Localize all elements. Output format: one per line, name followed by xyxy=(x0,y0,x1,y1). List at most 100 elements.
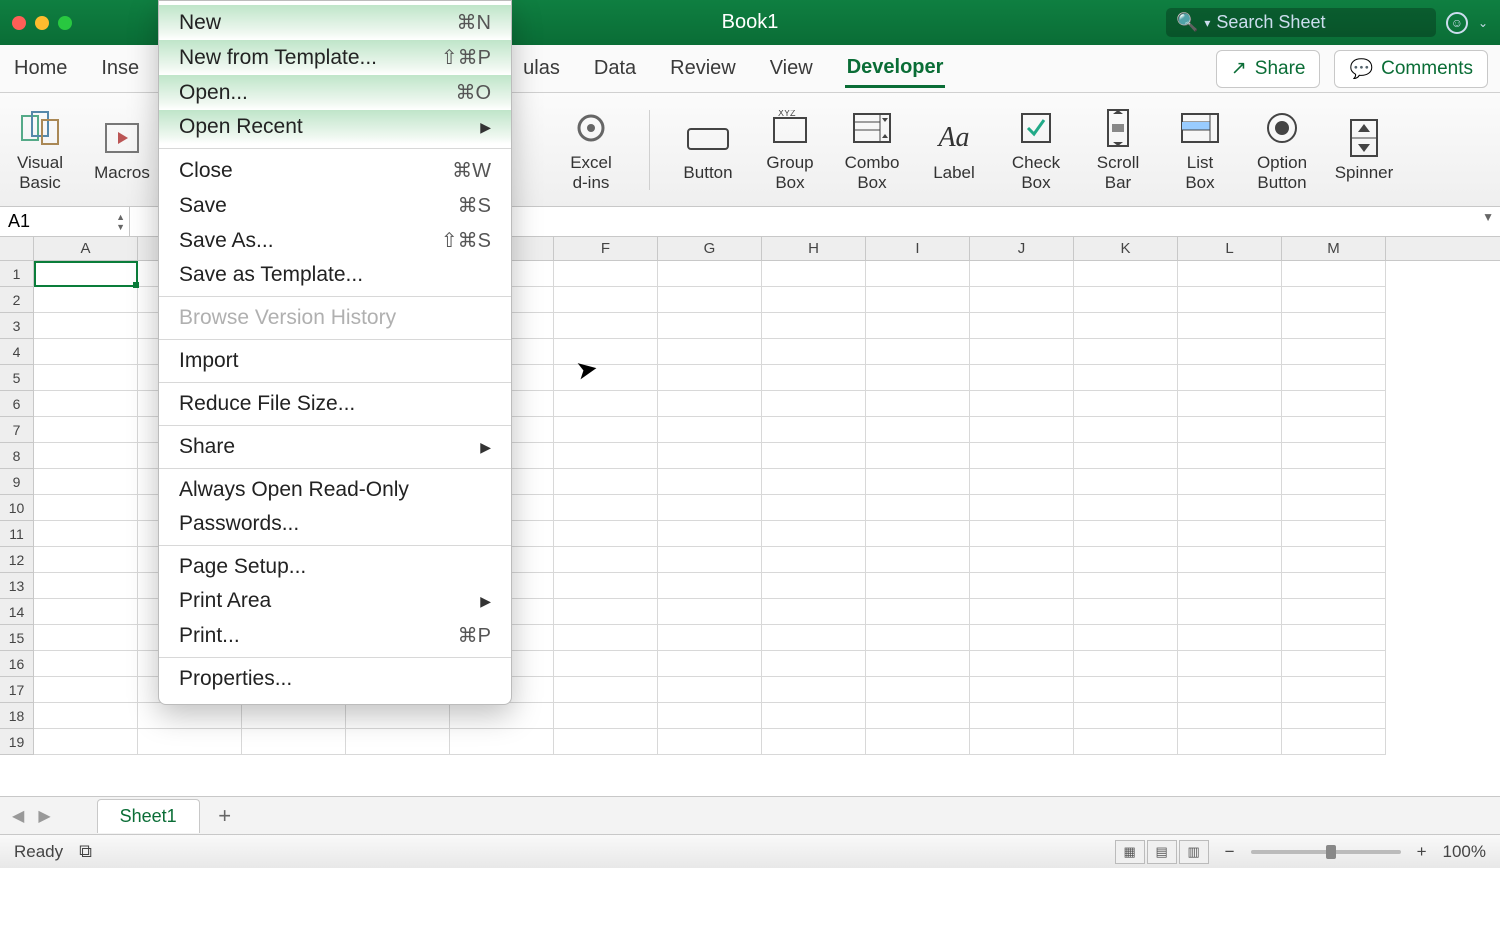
cell[interactable] xyxy=(762,495,866,521)
column-header[interactable]: A xyxy=(34,237,138,260)
cell[interactable] xyxy=(970,365,1074,391)
tab-view[interactable]: View xyxy=(768,51,815,86)
cell[interactable] xyxy=(866,625,970,651)
view-page-break-button[interactable]: ▥ xyxy=(1179,840,1209,864)
cell[interactable] xyxy=(1074,417,1178,443)
tab-insert-partial[interactable]: Inse xyxy=(99,51,141,86)
cell[interactable] xyxy=(762,651,866,677)
cell[interactable] xyxy=(1178,365,1282,391)
column-header[interactable]: I xyxy=(866,237,970,260)
cell[interactable] xyxy=(658,469,762,495)
cell[interactable] xyxy=(1074,261,1178,287)
search-input[interactable] xyxy=(1216,12,1448,33)
cell[interactable] xyxy=(1178,443,1282,469)
menu-always-open-read-only[interactable]: Always Open Read-Only xyxy=(159,473,511,507)
cell[interactable] xyxy=(34,495,138,521)
menu-open-recent[interactable]: Open Recent▶ xyxy=(159,110,511,144)
cell[interactable] xyxy=(658,729,762,755)
tab-review[interactable]: Review xyxy=(668,51,738,86)
column-header[interactable]: H xyxy=(762,237,866,260)
cell[interactable] xyxy=(762,261,866,287)
search-sheet-box[interactable]: 🔍▾ xyxy=(1166,8,1436,37)
cell[interactable] xyxy=(1074,625,1178,651)
cell[interactable] xyxy=(1178,339,1282,365)
cell[interactable] xyxy=(1178,495,1282,521)
cell[interactable] xyxy=(1282,651,1386,677)
comments-button[interactable]: 💬 Comments xyxy=(1334,50,1488,88)
cell[interactable] xyxy=(34,547,138,573)
cell[interactable] xyxy=(866,287,970,313)
cell[interactable] xyxy=(554,703,658,729)
share-button[interactable]: ↗ Share xyxy=(1216,50,1321,88)
cell[interactable] xyxy=(1074,703,1178,729)
zoom-in-button[interactable]: + xyxy=(1417,842,1427,862)
cell[interactable] xyxy=(34,365,138,391)
cell[interactable] xyxy=(1074,599,1178,625)
cell[interactable] xyxy=(1178,469,1282,495)
group-box-control[interactable]: XYZ Group Box xyxy=(760,107,820,193)
cell[interactable] xyxy=(1282,703,1386,729)
cell[interactable] xyxy=(34,469,138,495)
cell[interactable] xyxy=(1178,287,1282,313)
row-header[interactable]: 13 xyxy=(0,573,34,599)
column-header[interactable]: L xyxy=(1178,237,1282,260)
cell[interactable] xyxy=(762,729,866,755)
cell[interactable] xyxy=(762,287,866,313)
cell[interactable] xyxy=(1282,287,1386,313)
cell[interactable] xyxy=(1074,495,1178,521)
cell[interactable] xyxy=(138,703,242,729)
cell[interactable] xyxy=(866,521,970,547)
row-header[interactable]: 17 xyxy=(0,677,34,703)
sheet-nav-next[interactable]: ▶ xyxy=(34,806,54,826)
row-header[interactable]: 3 xyxy=(0,313,34,339)
cell[interactable] xyxy=(554,261,658,287)
view-page-layout-button[interactable]: ▤ xyxy=(1147,840,1177,864)
cell[interactable] xyxy=(554,495,658,521)
cell[interactable] xyxy=(970,651,1074,677)
sheet-nav-prev[interactable]: ◀ xyxy=(8,806,28,826)
cell[interactable] xyxy=(34,703,138,729)
cell[interactable] xyxy=(1282,495,1386,521)
cell[interactable] xyxy=(762,365,866,391)
column-header[interactable]: K xyxy=(1074,237,1178,260)
cell[interactable] xyxy=(1074,469,1178,495)
cell[interactable] xyxy=(1074,443,1178,469)
macros-button[interactable]: Macros xyxy=(92,117,152,183)
cell[interactable] xyxy=(658,703,762,729)
row-header[interactable]: 5 xyxy=(0,365,34,391)
macro-record-icon[interactable]: ⧉ xyxy=(79,841,92,862)
cell[interactable] xyxy=(658,417,762,443)
menu-print[interactable]: Print...⌘P xyxy=(159,618,511,653)
column-header[interactable]: M xyxy=(1282,237,1386,260)
row-header[interactable]: 10 xyxy=(0,495,34,521)
cell[interactable] xyxy=(554,651,658,677)
cell[interactable] xyxy=(1282,547,1386,573)
cell[interactable] xyxy=(1178,573,1282,599)
menu-share[interactable]: Share▶ xyxy=(159,430,511,464)
cell[interactable] xyxy=(34,339,138,365)
cell[interactable] xyxy=(658,573,762,599)
row-header[interactable]: 9 xyxy=(0,469,34,495)
cell[interactable] xyxy=(554,677,658,703)
cell[interactable] xyxy=(970,313,1074,339)
cell[interactable] xyxy=(1282,729,1386,755)
button-control[interactable]: Button xyxy=(678,117,738,183)
cell[interactable] xyxy=(970,443,1074,469)
row-header[interactable]: 6 xyxy=(0,391,34,417)
cell[interactable] xyxy=(554,417,658,443)
spinner-control[interactable]: Spinner xyxy=(1334,117,1394,183)
row-header[interactable]: 8 xyxy=(0,443,34,469)
row-header[interactable]: 1 xyxy=(0,261,34,287)
row-header[interactable]: 4 xyxy=(0,339,34,365)
cell[interactable] xyxy=(1074,287,1178,313)
fullscreen-window-button[interactable] xyxy=(58,16,72,30)
cell[interactable] xyxy=(1282,677,1386,703)
menu-print-area[interactable]: Print Area▶ xyxy=(159,584,511,618)
cell[interactable] xyxy=(554,729,658,755)
cell[interactable] xyxy=(554,521,658,547)
feedback-chevron-icon[interactable]: ⌄ xyxy=(1478,16,1488,30)
cell[interactable] xyxy=(866,365,970,391)
cell[interactable] xyxy=(762,573,866,599)
cell[interactable] xyxy=(1282,573,1386,599)
cell[interactable] xyxy=(34,625,138,651)
